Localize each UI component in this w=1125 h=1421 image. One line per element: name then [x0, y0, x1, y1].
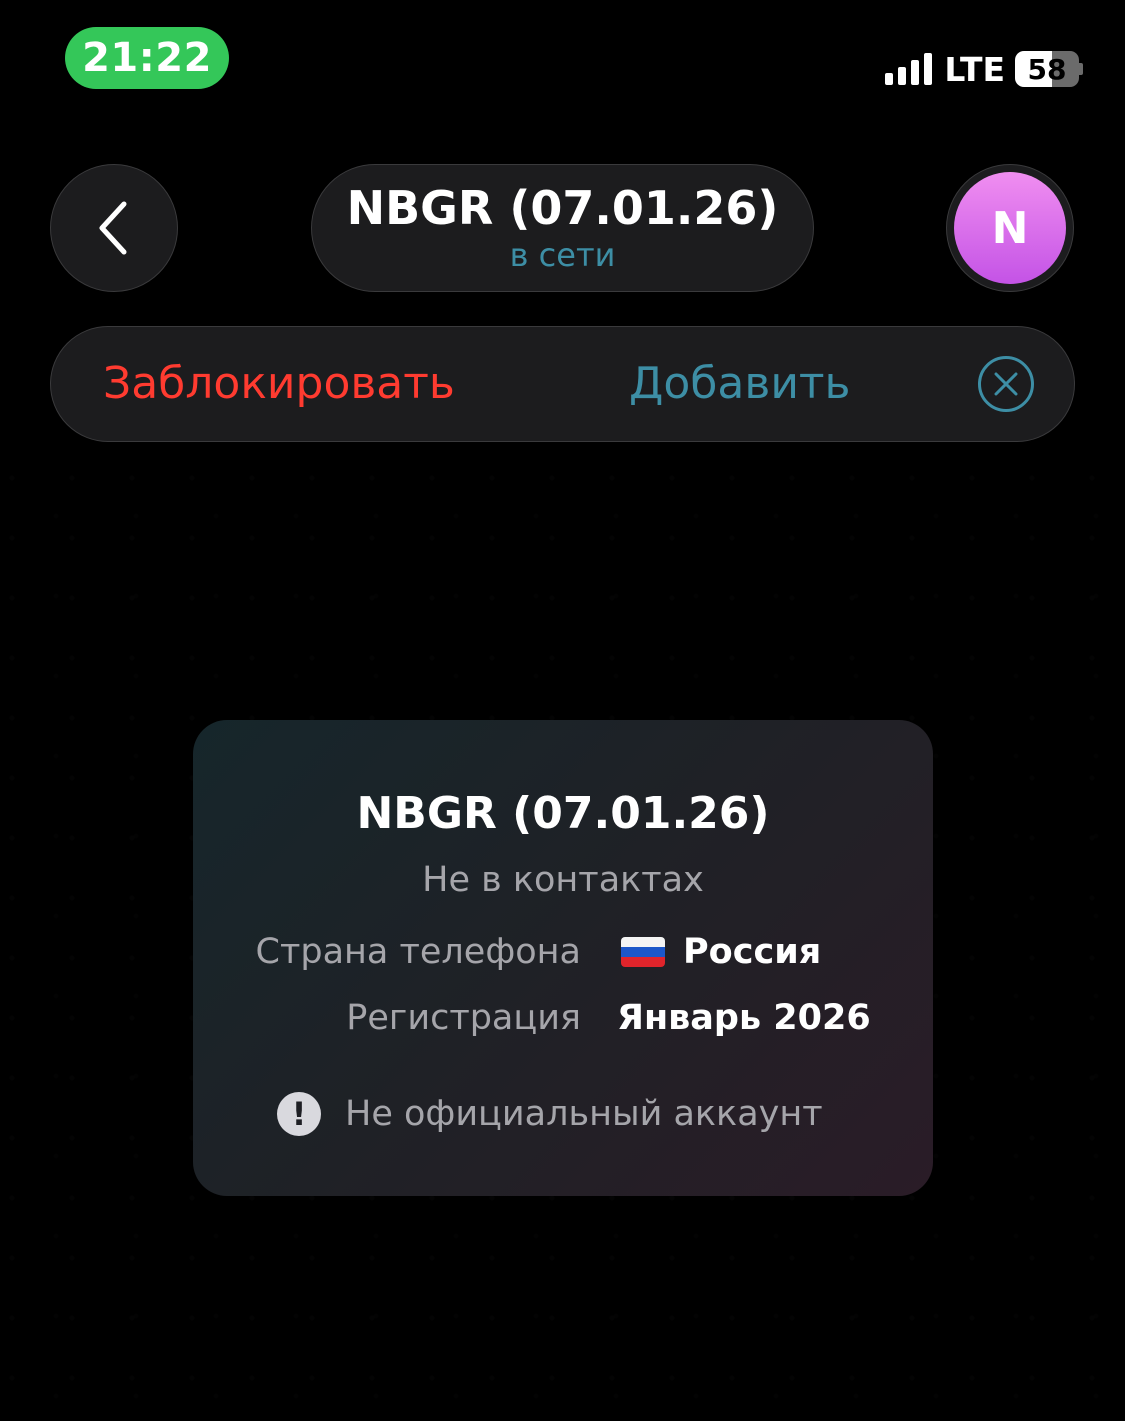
chevron-left-icon: [99, 201, 127, 255]
time-pill: 21:22: [65, 27, 229, 89]
chat-online-status: в сети: [509, 236, 616, 274]
avatar-button[interactable]: N: [946, 164, 1074, 292]
phone-country-label: Страна телефона: [255, 932, 581, 972]
chat-screen: 21:22 LTE 58 NBGR (07.01.26) в сети N За…: [0, 0, 1125, 1421]
phone-country-text: Россия: [683, 932, 822, 972]
registration-value: Январь 2026: [617, 998, 871, 1038]
block-button[interactable]: Заблокировать: [103, 327, 455, 440]
chat-title-pill[interactable]: NBGR (07.01.26) в сети: [311, 164, 814, 292]
battery-level: 58: [1027, 52, 1067, 86]
card-subtitle: Не в контактах: [422, 860, 704, 900]
exclamation-circle-icon: !: [277, 1092, 321, 1136]
signal-icon: [885, 53, 933, 85]
contact-action-bar: Заблокировать Добавить: [50, 326, 1075, 442]
avatar: N: [954, 172, 1066, 284]
close-action-bar-button[interactable]: [977, 355, 1035, 413]
close-circle-icon: [978, 356, 1034, 412]
chat-title: NBGR (07.01.26): [346, 181, 779, 235]
warning-text: Не официальный аккаунт: [345, 1094, 823, 1134]
add-contact-button[interactable]: Добавить: [629, 327, 850, 440]
unofficial-account-warning: ! Не официальный аккаунт: [277, 1092, 823, 1136]
card-title: NBGR (07.01.26): [356, 788, 770, 839]
registration-label: Регистрация: [346, 998, 581, 1038]
battery-icon: 58: [1015, 51, 1083, 87]
status-indicators: LTE 58: [885, 48, 1083, 90]
contact-info-card: NBGR (07.01.26) Не в контактах Страна те…: [193, 720, 933, 1196]
status-time: 21:22: [82, 35, 212, 81]
russia-flag-icon: [621, 937, 665, 967]
phone-country-value: Россия: [621, 932, 821, 972]
back-button[interactable]: [50, 164, 178, 292]
network-type: LTE: [944, 49, 1005, 89]
avatar-initial: N: [991, 202, 1029, 254]
